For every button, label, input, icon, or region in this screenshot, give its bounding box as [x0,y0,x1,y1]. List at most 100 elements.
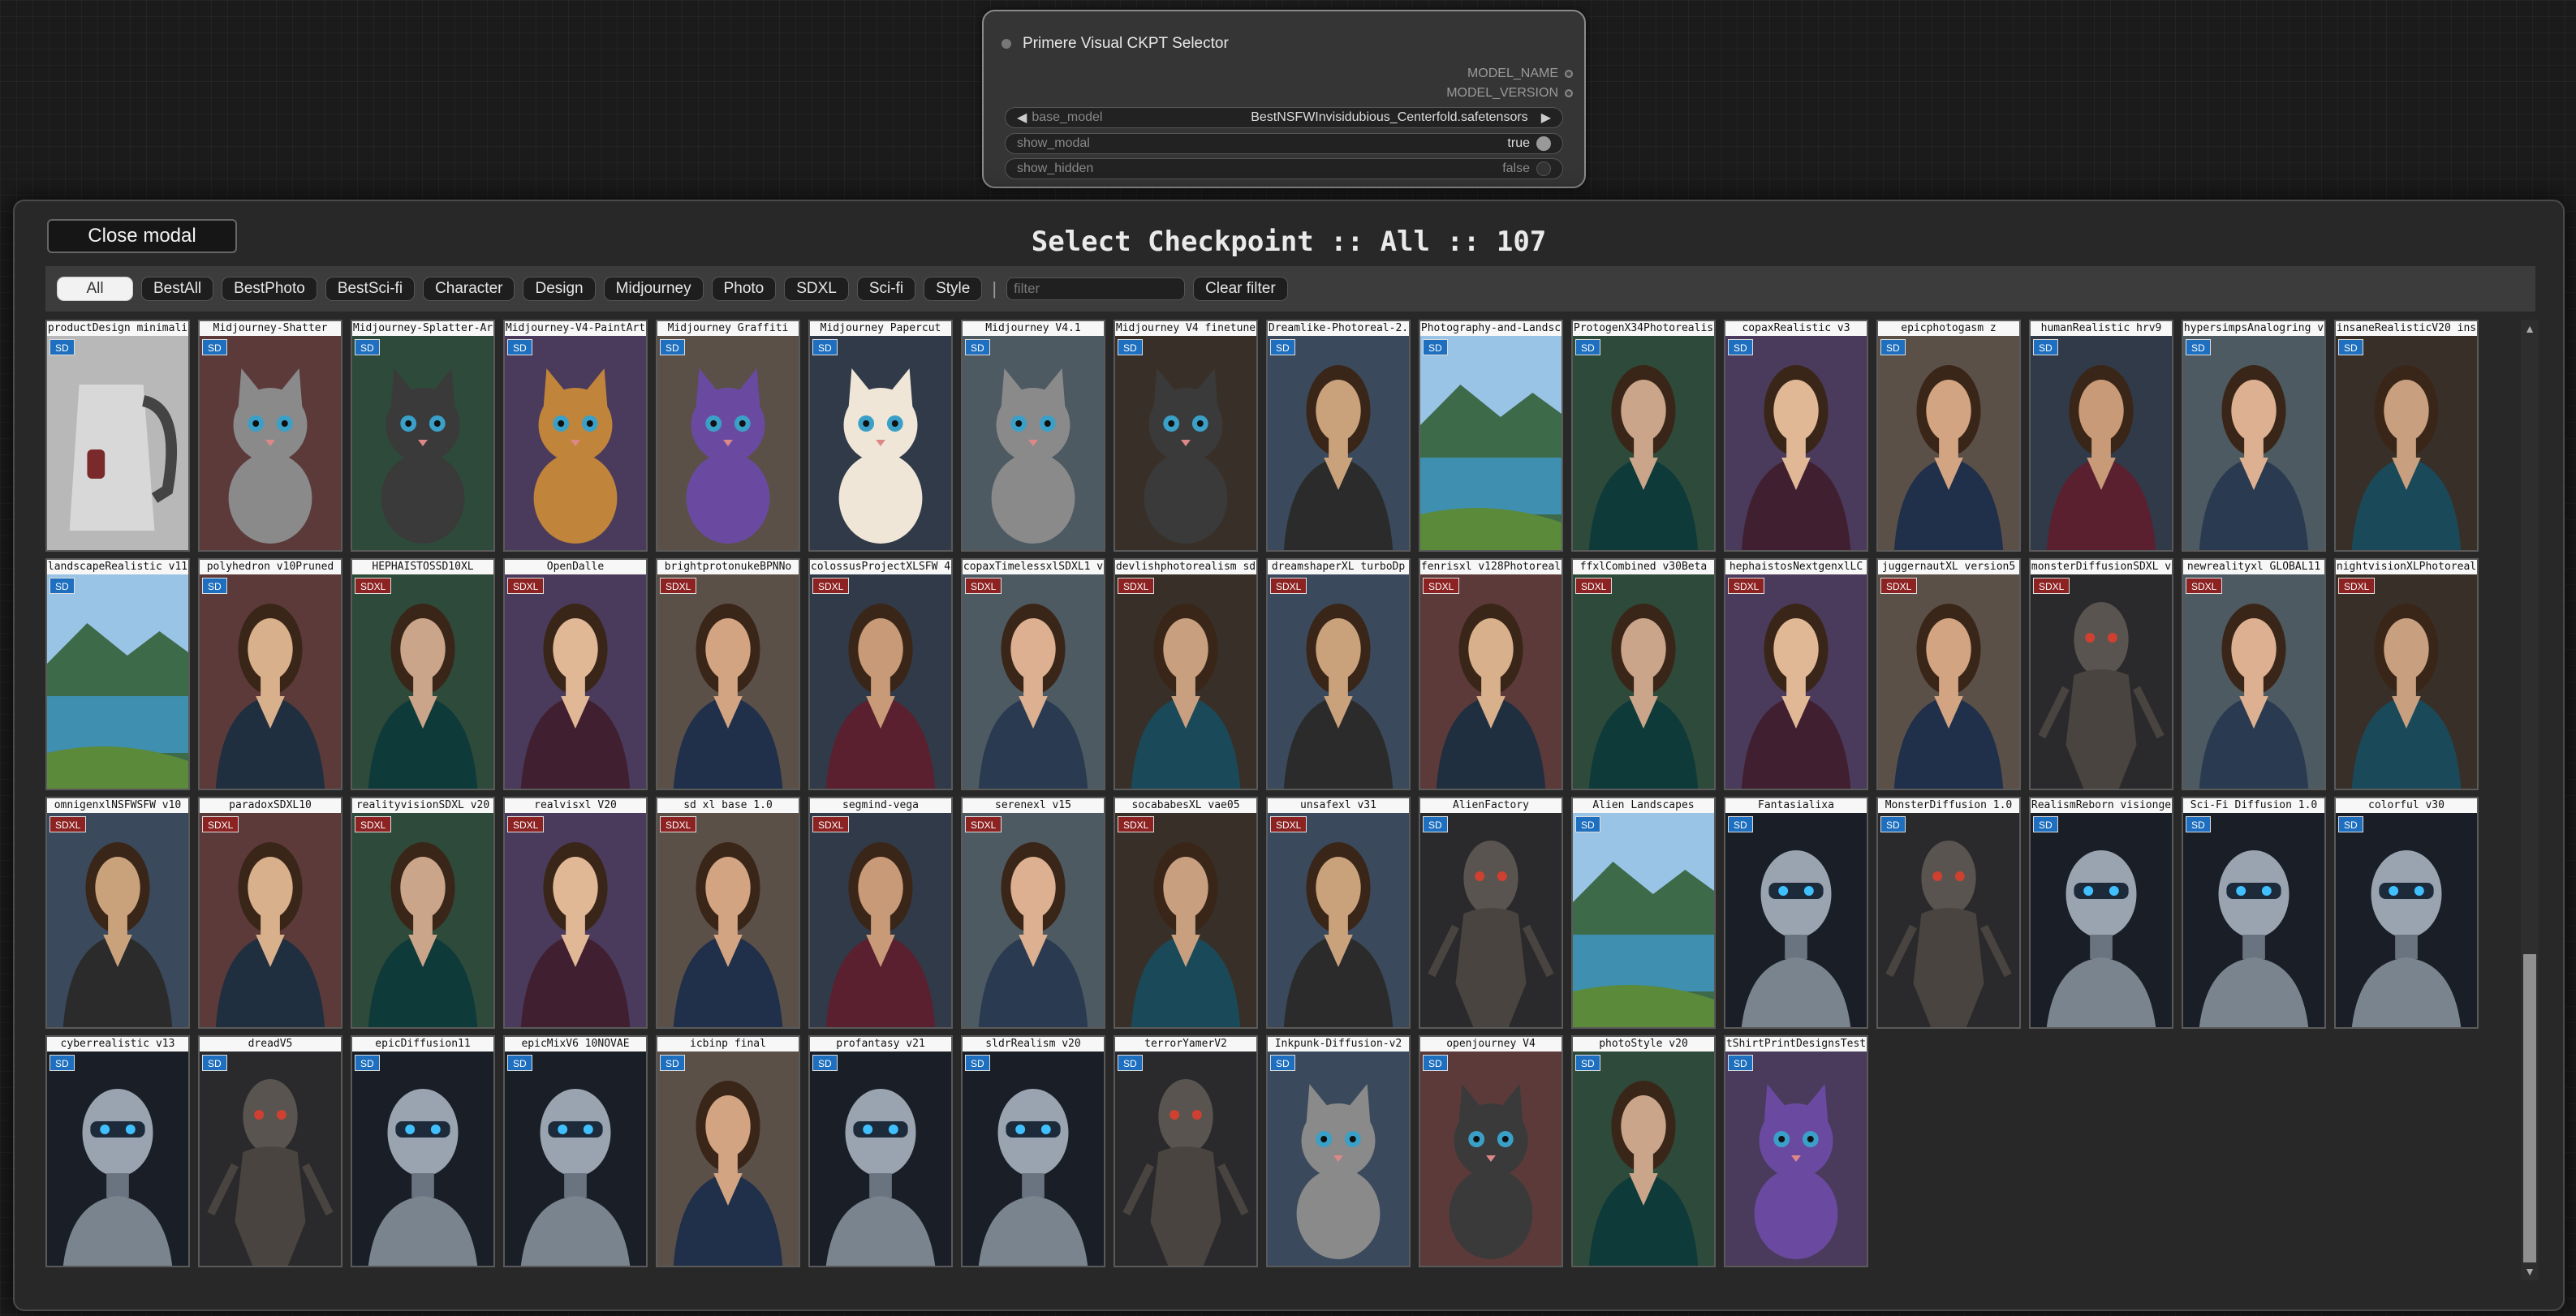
clear-filter-button[interactable]: Clear filter [1193,277,1288,301]
checkpoint-card[interactable]: Inkpunk-Diffusion-v2 SD [1266,1035,1411,1267]
filter-button-sdxl[interactable]: SDXL [784,277,849,301]
filter-button-sci-fi[interactable]: Sci-fi [856,277,916,301]
checkpoint-card[interactable]: cyberrealistic v13 SD [45,1035,190,1267]
filter-button-midjourney[interactable]: Midjourney [603,277,704,301]
collapse-dot-icon[interactable] [1002,39,1011,49]
filter-input[interactable] [1006,277,1186,300]
checkpoint-card[interactable]: realityvisionSDXL v20 SDXL [351,797,495,1029]
output-socket-icon[interactable] [1565,89,1573,97]
filter-button-bestall[interactable]: BestAll [141,277,214,301]
checkpoint-card[interactable]: polyhedron v10Pruned SD [198,558,342,790]
checkpoint-card[interactable]: insaneRealisticV20 ins SD [2334,320,2479,552]
checkpoint-card[interactable]: epicphotogasm z SD [1876,320,2021,552]
checkpoint-card[interactable]: dreadV5 SD [198,1035,342,1267]
checkpoint-card[interactable]: copaxRealistic v3 SD [1724,320,1868,552]
output-model-name[interactable]: MODEL_NAME [1467,67,1573,81]
scroll-up-icon[interactable]: ▲ [2521,320,2539,338]
widget-label: show_modal [1017,136,1090,150]
cat-icon [505,336,646,550]
scroll-thumb[interactable] [2523,954,2536,1262]
checkpoint-card[interactable]: colossusProjectXLSFW 4 SDXL [808,558,953,790]
checkpoint-card[interactable]: ffxlCombined v30Beta SDXL [1571,558,1716,790]
checkpoint-card[interactable]: hephaistosNextgenxlLC SDXL [1724,558,1868,790]
checkpoint-card[interactable]: Midjourney-Shatter SD [198,320,342,552]
checkpoint-card[interactable]: hypersimpsAnalogring v SD [2182,320,2326,552]
checkpoint-card[interactable]: Fantasialixa SD [1724,797,1868,1029]
arrow-left-icon[interactable]: ◀ [1017,110,1027,126]
checkpoint-card[interactable]: ProtogenX34Photorealis SD [1571,320,1716,552]
output-model-version[interactable]: MODEL_VERSION [1446,86,1573,101]
widget-value: BestNSFWInvisidubious_Centerfold.safeten… [1251,110,1528,124]
checkpoint-card[interactable]: unsafexl v31 SDXL [1266,797,1411,1029]
show-hidden-toggle[interactable]: show_hidden false [1005,158,1563,179]
checkpoint-card[interactable]: fenrisxl v128Photoreal SDXL [1419,558,1563,790]
robot-icon [2336,813,2477,1027]
checkpoint-card[interactable]: copaxTimelessxlSDXL1 v SDXL [961,558,1105,790]
checkpoint-card[interactable]: dreamshaperXL turboDp SDXL [1266,558,1411,790]
portrait-icon [657,574,799,789]
checkpoint-card[interactable]: Photography-and-Landsc SD [1419,320,1563,552]
filter-button-bestphoto[interactable]: BestPhoto [222,277,317,301]
portrait-icon [1268,574,1409,789]
checkpoint-card[interactable]: Midjourney-Splatter-Ar SD [351,320,495,552]
filter-button-photo[interactable]: Photo [711,277,777,301]
base-model-combo[interactable]: ◀ base_model BestNSFWInvisidubious_Cente… [1005,107,1563,128]
checkpoint-card[interactable]: icbinp final SD [656,1035,800,1267]
checkpoint-card[interactable]: humanRealistic hrv9 SD [2029,320,2173,552]
checkpoint-card[interactable]: segmind-vega SDXL [808,797,953,1029]
grid-scrollbar[interactable]: ▲ ▼ [2521,320,2539,1280]
ckpt-selector-node[interactable]: Primere Visual CKPT Selector MODEL_NAME … [982,10,1586,188]
checkpoint-name: socababesXL vae05 [1115,798,1256,813]
checkpoint-card[interactable]: sd xl base 1.0 SDXL [656,797,800,1029]
checkpoint-card[interactable]: Midjourney V4.1 SD [961,320,1105,552]
show-modal-toggle[interactable]: show_modal true [1005,133,1563,154]
checkpoint-card[interactable]: colorful v30 SD [2334,797,2479,1029]
checkpoint-card[interactable]: omnigenxlNSFWSFW v10 SDXL [45,797,190,1029]
checkpoint-card[interactable]: photoStyle v20 SD [1571,1035,1716,1267]
checkpoint-card[interactable]: HEPHAISTOSSD10XL SDXL [351,558,495,790]
checkpoint-card[interactable]: Dreamlike-Photoreal-2. SD [1266,320,1411,552]
output-socket-icon[interactable] [1565,70,1573,78]
scroll-down-icon[interactable]: ▼ [2521,1262,2539,1280]
checkpoint-card[interactable]: nightvisionXLPhotoreal SDXL [2334,558,2479,790]
checkpoint-card[interactable]: profantasy v21 SD [808,1035,953,1267]
checkpoint-card[interactable]: Midjourney-V4-PaintArt SD [503,320,648,552]
checkpoint-card[interactable]: juggernautXL version5 SDXL [1876,558,2021,790]
checkpoint-card[interactable]: monsterDiffusionSDXL v SDXL [2029,558,2173,790]
checkpoint-card[interactable]: productDesign minimali SD [45,320,190,552]
filter-button-style[interactable]: Style [924,277,983,301]
checkpoint-card[interactable]: terrorYamerV2 SD [1114,1035,1258,1267]
checkpoint-card[interactable]: serenexl v15 SDXL [961,797,1105,1029]
checkpoint-card[interactable]: Midjourney Papercut SD [808,320,953,552]
checkpoint-card[interactable]: epicMixV6 10NOVAE SD [503,1035,648,1267]
checkpoint-card[interactable]: landscapeRealistic v11 SD [45,558,190,790]
checkpoint-card[interactable]: openjourney V4 SD [1419,1035,1563,1267]
checkpoint-card[interactable]: brightprotonukeBPNNo SDXL [656,558,800,790]
filter-button-all[interactable]: All [57,277,133,301]
checkpoint-card[interactable]: Midjourney V4 finetune SD [1114,320,1258,552]
checkpoint-card[interactable]: sldrRealism v20 SD [961,1035,1105,1267]
filter-button-character[interactable]: Character [423,277,515,301]
checkpoint-card[interactable]: newrealityxl GLOBAL11 SDXL [2182,558,2326,790]
output-label: MODEL_NAME [1467,67,1558,80]
checkpoint-card[interactable]: tShirtPrintDesignsTest SD [1724,1035,1868,1267]
checkpoint-card[interactable]: MonsterDiffusion 1.0 SD [1876,797,2021,1029]
checkpoint-name: epicphotogasm z [1878,321,2019,336]
checkpoint-card[interactable]: realvisxl V20 SDXL [503,797,648,1029]
checkpoint-card[interactable]: Alien Landscapes SD [1571,797,1716,1029]
robot-icon [2031,813,2172,1027]
checkpoint-card[interactable]: socababesXL vae05 SDXL [1114,797,1258,1029]
checkpoint-card[interactable]: paradoxSDXL10 SDXL [198,797,342,1029]
checkpoint-card[interactable]: AlienFactory SD [1419,797,1563,1029]
arrow-right-icon[interactable]: ▶ [1541,110,1551,126]
filter-button-design[interactable]: Design [523,277,596,301]
checkpoint-card[interactable]: Sci-Fi Diffusion 1.0 SD [2182,797,2326,1029]
checkpoint-card[interactable]: devlishphotorealism sd SDXL [1114,558,1258,790]
monster-icon [2031,574,2172,789]
filter-button-bestsci-fi[interactable]: BestSci-fi [325,277,416,301]
checkpoint-card[interactable]: Midjourney Graffiti SD [656,320,800,552]
checkpoint-card[interactable]: RealismReborn visionge SD [2029,797,2173,1029]
checkpoint-card[interactable]: OpenDalle SDXL [503,558,648,790]
checkpoint-name: copaxTimelessxlSDXL1 v [963,560,1104,574]
checkpoint-card[interactable]: epicDiffusion11 SD [351,1035,495,1267]
